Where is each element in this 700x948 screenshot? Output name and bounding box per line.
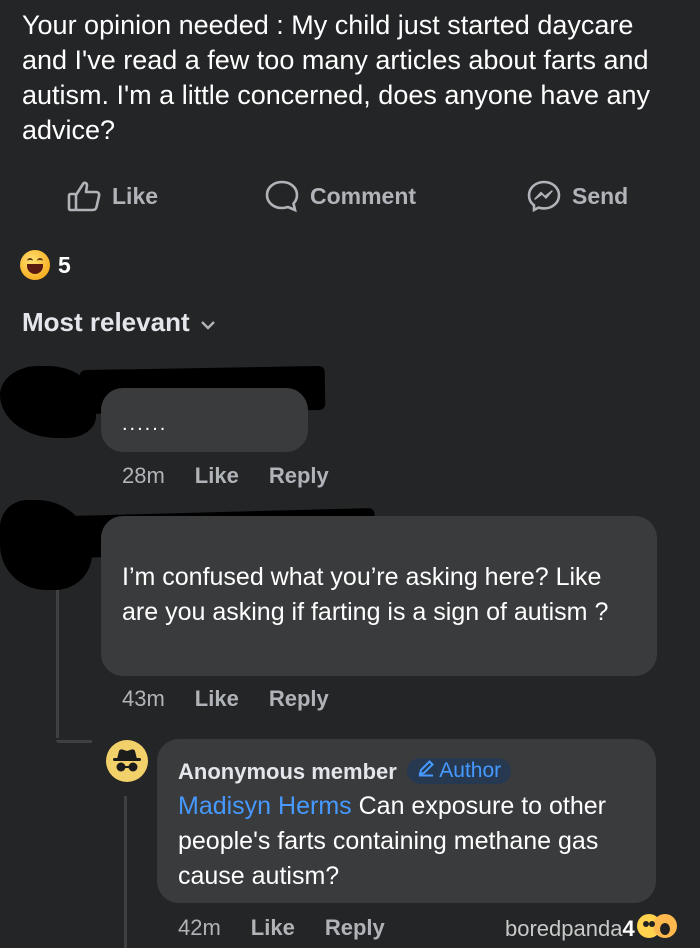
sort-label: Most relevant xyxy=(22,307,190,337)
author-badge: Author xyxy=(407,758,512,784)
pencil-icon xyxy=(417,759,435,783)
send-button[interactable]: Send xyxy=(526,176,628,216)
post-actions-bar: Like Comment Send xyxy=(0,176,700,216)
comment-text: I’m confused what you’re asking here? Li… xyxy=(122,563,609,626)
anonymous-avatar-icon[interactable] xyxy=(106,740,148,782)
like-button[interactable]: Like xyxy=(66,176,158,216)
haha-emoji-icon xyxy=(20,250,50,280)
comment-reply-button[interactable]: Reply xyxy=(269,686,329,712)
boredpanda-watermark: boredpanda 4 xyxy=(505,912,679,946)
watermark-text: boredpanda xyxy=(505,916,623,941)
comment-timestamp: 28m xyxy=(122,463,165,488)
comment-bubble-icon xyxy=(264,179,300,213)
reply-author-name[interactable]: Anonymous member xyxy=(178,759,397,784)
comment-label: Comment xyxy=(310,182,417,209)
comment-timestamp: 43m xyxy=(122,686,165,711)
comment-button[interactable]: Comment xyxy=(264,176,416,216)
panda-logo-icon xyxy=(635,912,679,946)
comment-meta: 43m Like Reply xyxy=(122,686,329,712)
reaction-summary[interactable]: 5 xyxy=(20,250,71,280)
reply-mention[interactable]: Madisyn Herms xyxy=(178,792,352,820)
messenger-icon xyxy=(526,179,562,213)
author-badge-label: Author xyxy=(439,759,502,782)
reply-header: Anonymous member Author xyxy=(178,758,512,785)
like-label: Like xyxy=(112,182,159,209)
chevron-down-icon xyxy=(200,307,216,338)
watermark-suffix: 4 xyxy=(622,916,635,941)
reply-meta: 42m Like Reply xyxy=(178,915,385,941)
thread-line xyxy=(56,590,59,738)
post-text: Your opinion needed : My child just star… xyxy=(22,10,651,145)
comment-sort-dropdown[interactable]: Most relevant xyxy=(22,307,216,338)
comment-like-button[interactable]: Like xyxy=(195,463,239,489)
thread-line xyxy=(124,796,127,948)
reply-like-button[interactable]: Like xyxy=(251,915,295,941)
comment-like-button[interactable]: Like xyxy=(195,686,239,712)
reply-timestamp: 42m xyxy=(178,915,221,940)
thumbs-up-icon xyxy=(66,179,102,213)
send-label: Send xyxy=(572,182,629,209)
reply-reply-button[interactable]: Reply xyxy=(325,915,385,941)
comment-text: ...... xyxy=(122,413,168,435)
reply-text: Madisyn Herms Can exposure to other peop… xyxy=(178,789,648,894)
comment-reply-button[interactable]: Reply xyxy=(269,463,329,489)
thread-connector xyxy=(56,740,92,743)
comment-meta: 28m Like Reply xyxy=(122,463,329,489)
reaction-count: 5 xyxy=(58,251,71,278)
